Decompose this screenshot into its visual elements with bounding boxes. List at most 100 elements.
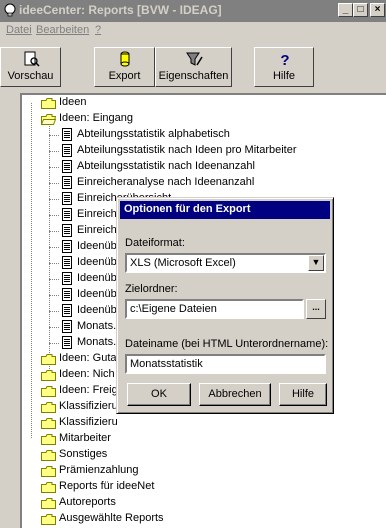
tree-connector	[49, 167, 59, 168]
report-label: Monats.	[77, 336, 117, 348]
tree-label: Klassifizieru	[59, 416, 118, 428]
hilfe-label: Hilfe	[272, 70, 295, 82]
tree-connector	[49, 199, 59, 200]
tree-label: Ideen: Guta	[59, 352, 117, 364]
folder-icon	[41, 466, 56, 477]
properties-icon	[186, 52, 203, 66]
tree-connector	[49, 311, 59, 312]
tree-label: Ausgewählte Reports	[59, 512, 164, 524]
folder-icon	[41, 354, 56, 365]
tree-connector	[31, 103, 32, 438]
maximize-button[interactable]: □	[353, 3, 368, 17]
folder-icon	[41, 514, 56, 525]
svg-text:?: ?	[280, 52, 289, 67]
toolbar: Vorschau Export Eigenschaften ? Hilfe	[0, 44, 386, 90]
report-label: Ideenüb	[77, 256, 117, 268]
menu-bearbeiten[interactable]: Bearbeiten	[36, 24, 89, 36]
tree-label: Ideen: Freig	[59, 384, 118, 396]
report-label: Ideenüb	[77, 304, 117, 316]
tree-connector	[49, 327, 59, 328]
menu-help[interactable]: ?	[95, 24, 101, 36]
folder-icon	[41, 418, 56, 429]
report-document-icon	[62, 240, 72, 253]
tree-connector	[49, 247, 59, 248]
folder-label: Zielordner:	[125, 283, 178, 295]
folder-icon	[41, 450, 56, 461]
folder-input[interactable]: c:\Eigene Dateien	[125, 299, 304, 319]
report-label: Abteilungsstatistik alphabetisch	[77, 128, 230, 140]
report-document-icon	[62, 144, 72, 157]
dialog-titlebar[interactable]: Optionen für den Export	[120, 201, 330, 219]
format-label: Dateiformat:	[125, 237, 185, 249]
window-title: ideeCenter: Reports [BVW - IDEAG]	[19, 3, 222, 17]
tree-connector	[49, 151, 59, 152]
report-document-icon	[62, 160, 72, 173]
dialog-help-button[interactable]: Hilfe	[279, 383, 327, 406]
report-label: Ideenüb	[77, 272, 117, 284]
tree-connector	[49, 231, 59, 232]
report-label: Ideenüb	[77, 288, 117, 300]
format-select[interactable]: XLS (Microsoft Excel) ▼	[125, 253, 326, 273]
cancel-button[interactable]: Abbrechen	[199, 383, 271, 406]
main-window-titlebar[interactable]: ideeCenter: Reports [BVW - IDEAG] _ □ ×	[0, 0, 386, 22]
folder-icon	[41, 482, 56, 493]
tree-connector	[49, 263, 59, 264]
help-icon: ?	[280, 52, 289, 67]
hilfe-button[interactable]: ? Hilfe	[254, 47, 314, 87]
tree-label: Prämienzahlung	[59, 464, 139, 476]
tree-connector	[49, 119, 50, 369]
report-document-icon	[62, 256, 72, 269]
report-document-icon	[62, 128, 72, 141]
tree-connector	[49, 279, 59, 280]
app-lightbulb-icon	[4, 3, 16, 17]
folder-icon	[41, 386, 56, 397]
chevron-down-icon[interactable]: ▼	[308, 255, 324, 271]
menu-datei[interactable]: Datei	[6, 24, 32, 36]
folder-icon	[41, 498, 56, 509]
vorschau-button[interactable]: Vorschau	[0, 47, 61, 87]
tree-connector	[49, 183, 59, 184]
export-button[interactable]: Export	[94, 47, 155, 87]
export-options-dialog[interactable]: Optionen für den Export Dateiformat: XLS…	[116, 197, 334, 414]
export-label: Export	[108, 70, 141, 82]
filename-input[interactable]: Monatsstatistik	[125, 354, 326, 374]
folder-value: c:\Eigene Dateien	[130, 303, 217, 315]
ok-button[interactable]: OK	[127, 383, 191, 406]
folder-icon	[41, 434, 56, 445]
close-button[interactable]: ×	[370, 3, 385, 17]
tree-connector	[49, 215, 59, 216]
report-label: Einreicheranalyse nach Ideenanzahl	[77, 176, 255, 188]
report-document-icon	[62, 272, 72, 285]
report-document-icon	[62, 208, 72, 221]
report-label: Einreich	[77, 224, 117, 236]
tree-label: Ideen: Eingang	[59, 112, 134, 124]
tree-label: Klassifizieru	[59, 400, 118, 412]
report-label: Ideenüb	[77, 240, 117, 252]
tree-connector	[49, 295, 59, 296]
folder-icon	[41, 98, 56, 109]
vorschau-label: Vorschau	[7, 70, 54, 82]
report-document-icon	[62, 224, 72, 237]
export-icon	[120, 51, 130, 67]
browse-button[interactable]: ...	[306, 299, 326, 319]
report-label: Abteilungsstatistik nach Ideen pro Mitar…	[77, 144, 297, 156]
tree-label: Autoreports	[59, 496, 116, 508]
folder-icon	[41, 370, 56, 381]
preview-icon	[24, 51, 40, 67]
minimize-button[interactable]: _	[338, 3, 353, 17]
eigenschaften-label: Eigenschaften	[158, 70, 229, 82]
report-document-icon	[62, 304, 72, 317]
report-document-icon	[62, 288, 72, 301]
report-document-icon	[62, 192, 72, 205]
tree-label: Ideen	[59, 96, 87, 108]
filename-value: Monatsstatistik	[130, 358, 203, 370]
tree-connector	[49, 135, 59, 136]
open-folder-icon	[41, 114, 56, 125]
format-value: XLS (Microsoft Excel)	[130, 257, 236, 269]
eigenschaften-button[interactable]: Eigenschaften	[155, 47, 232, 87]
tree-label: Mitarbeiter	[59, 432, 111, 444]
report-document-icon	[62, 320, 72, 333]
report-document-icon	[62, 176, 72, 189]
tree-label: Ideen: Nich	[59, 368, 115, 380]
tree-label: Sonstiges	[59, 448, 108, 460]
